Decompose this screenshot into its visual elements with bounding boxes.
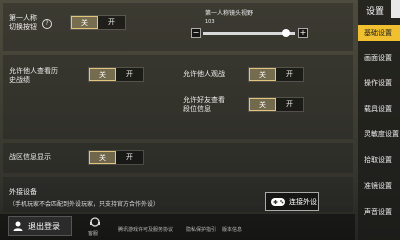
gamepad-icon: [271, 197, 285, 206]
peripheral-note: （手机玩家不会匹配到外设玩家，只支持官方合作外设）: [9, 201, 160, 208]
service-label[interactable]: 客服: [88, 230, 98, 237]
logout-label: 退出登录: [28, 221, 60, 231]
connect-label: 连接外设: [289, 197, 317, 206]
rank-on-button[interactable]: 开: [276, 98, 303, 111]
logout-button[interactable]: 退出登录: [8, 216, 72, 236]
fov-plus-button[interactable]: +: [298, 28, 308, 38]
close-tab[interactable]: [391, 0, 400, 18]
card-region: [3, 143, 353, 173]
help-icon[interactable]: ?: [42, 19, 52, 29]
history-on-button[interactable]: 开: [116, 68, 143, 81]
version-link[interactable]: 版本信息: [222, 226, 242, 233]
fov-value: 103: [205, 19, 215, 25]
connect-peripheral-button[interactable]: 连接外设: [265, 192, 319, 211]
sidebar-item-sensitivity[interactable]: 灵敏度设置: [358, 126, 400, 142]
sidebar-item-scope[interactable]: 准镜设置: [358, 178, 400, 194]
spectate-on-button[interactable]: 开: [276, 68, 303, 81]
region-off-button[interactable]: 关: [89, 151, 116, 164]
first-person-label: 第一人称 切换按钮: [9, 14, 37, 31]
card-first-person: [3, 3, 353, 51]
history-toggle: 关 开: [88, 67, 144, 82]
sidebar-item-sound[interactable]: 声音设置: [358, 204, 400, 220]
first-person-toggle: 关 开: [70, 15, 126, 30]
license-link[interactable]: 腾讯游戏许可及服务协议: [118, 226, 173, 233]
spectate-label: 允许他人观战: [183, 70, 225, 78]
region-label: 战区信息显示: [9, 153, 51, 161]
fov-minus-button[interactable]: −: [191, 28, 201, 38]
service-icon[interactable]: [88, 215, 102, 229]
sidebar-item-basic[interactable]: 基础设置: [358, 25, 400, 41]
sidebar-item-pickup[interactable]: 拾取设置: [358, 152, 400, 168]
sidebar-item-graphics[interactable]: 画面设置: [358, 50, 400, 66]
first-person-on-button[interactable]: 开: [98, 16, 125, 29]
user-icon: [13, 221, 23, 231]
first-person-off-button[interactable]: 关: [71, 16, 98, 29]
privacy-link[interactable]: 隐私保护指引: [186, 226, 216, 233]
settings-panel: 第一人称 切换按钮 ? 关 开 第一人称镜头视野 103 − + 允许他人查看历…: [0, 0, 355, 240]
spectate-toggle: 关 开: [248, 67, 304, 82]
rank-label: 允许好友查看 段位信息: [183, 96, 225, 113]
region-on-button[interactable]: 开: [116, 151, 143, 164]
history-off-button[interactable]: 关: [89, 68, 116, 81]
rank-toggle: 关 开: [248, 97, 304, 112]
rank-off-button[interactable]: 关: [249, 98, 276, 111]
fov-title: 第一人称镜头视野: [205, 10, 254, 17]
sidebar-item-controls[interactable]: 操作设置: [358, 75, 400, 91]
sidebar-title: 设置: [366, 7, 385, 17]
history-label: 允许他人查看历 史战绩: [9, 67, 58, 84]
peripheral-label: 外接设备: [9, 188, 37, 196]
sidebar-item-vehicle[interactable]: 载具设置: [358, 101, 400, 117]
spectate-off-button[interactable]: 关: [249, 68, 276, 81]
settings-sidebar: 设置 基础设置 画面设置 操作设置 载具设置 灵敏度设置 拾取设置 准镜设置 声…: [358, 0, 400, 240]
region-toggle: 关 开: [88, 150, 144, 165]
fov-slider-knob[interactable]: [281, 29, 290, 37]
